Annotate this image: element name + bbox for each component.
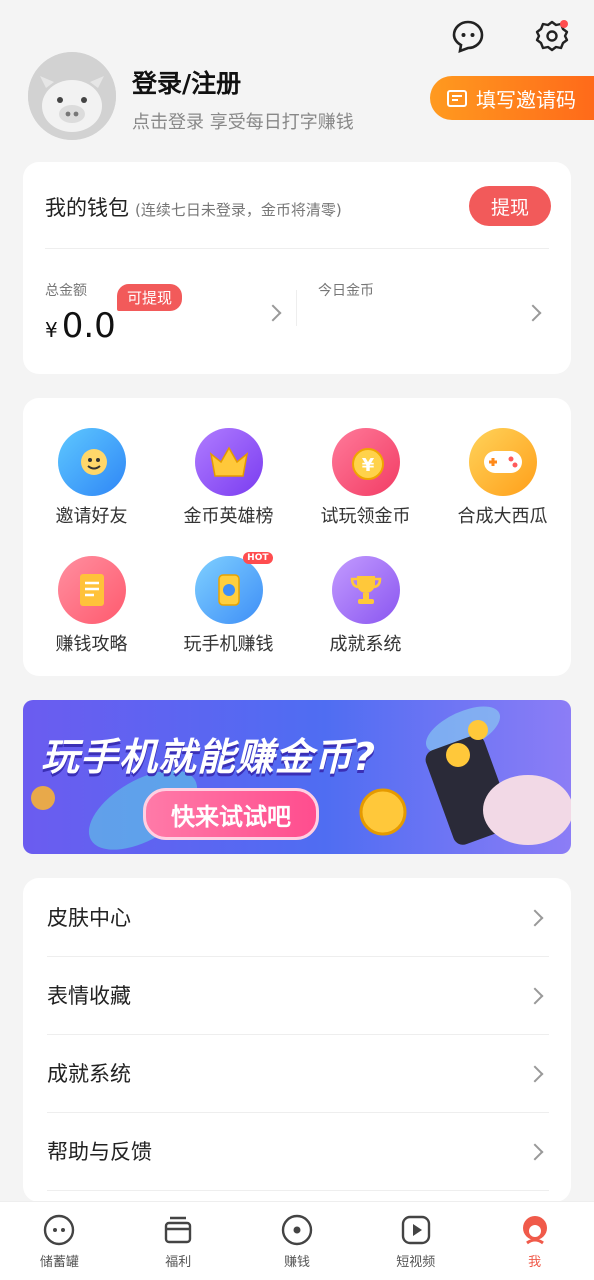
divider xyxy=(296,290,297,326)
tab-label: 福利 xyxy=(165,1254,192,1270)
chevron-right-icon xyxy=(526,1143,544,1161)
notification-dot xyxy=(560,20,568,28)
menu-item-skin-center[interactable]: 皮肤中心 xyxy=(47,878,549,957)
yen-coin-icon: ¥ xyxy=(331,428,400,496)
grid-label: 赚钱攻略 xyxy=(55,634,128,655)
feature-grid-card: 邀请好友 金币英雄榜 ¥ 试玩领金币 合成大西瓜 赚钱攻略 HOT 玩手机赚钱 … xyxy=(23,398,571,676)
gift-box-icon xyxy=(164,1216,192,1243)
chat-bubble-icon[interactable] xyxy=(448,16,488,56)
gamepad-icon xyxy=(468,428,537,496)
invite-ticket-icon xyxy=(447,90,467,107)
menu-item-label: 成就系统 xyxy=(47,1062,131,1086)
invite-code-button[interactable]: 填写邀请码 xyxy=(430,76,594,120)
avatar[interactable] xyxy=(28,52,116,140)
chevron-right-icon[interactable] xyxy=(524,304,542,322)
grid-label: 试玩领金币 xyxy=(320,506,411,527)
settings-menu-card: 皮肤中心 表情收藏 成就系统 帮助与反馈 xyxy=(23,878,571,1202)
grid-item-merge-watermelon[interactable]: 合成大西瓜 xyxy=(434,428,571,528)
profile-icon xyxy=(522,1215,547,1244)
trophy-icon xyxy=(331,556,400,624)
hot-badge: HOT xyxy=(243,552,273,564)
wallet-title-row: 我的钱包 (连续七日未登录，金币将清零) xyxy=(45,192,342,222)
chevron-right-icon xyxy=(526,987,544,1005)
grid-item-achievements[interactable]: 成就系统 xyxy=(297,556,434,656)
tab-short-video[interactable]: 短视频 xyxy=(356,1202,475,1280)
grid-item-invite-friends[interactable]: 邀请好友 xyxy=(23,428,160,528)
phone-coin-icon: HOT xyxy=(194,552,273,624)
tab-label: 短视频 xyxy=(396,1254,436,1270)
top-icons xyxy=(448,16,572,56)
menu-item-label: 皮肤中心 xyxy=(47,906,131,930)
settings-gear-icon[interactable] xyxy=(532,16,572,56)
banner-title: 玩手机就能赚金币? xyxy=(41,735,377,779)
tab-welfare[interactable]: 福利 xyxy=(119,1202,238,1280)
bottom-tab-bar: 储蓄罐 福利 赚钱 短视频 我 xyxy=(0,1201,594,1280)
login-subtitle: 点击登录 享受每日打字赚钱 xyxy=(132,112,354,133)
piggy-face-icon xyxy=(44,1214,75,1245)
crown-icon xyxy=(194,428,263,496)
menu-item-label: 帮助与反馈 xyxy=(47,1140,152,1164)
coin-circle-icon xyxy=(281,1214,313,1245)
grid-label: 成就系统 xyxy=(329,634,402,655)
tab-me[interactable]: 我 xyxy=(475,1202,594,1280)
chevron-right-icon xyxy=(526,1065,544,1083)
tab-earn[interactable]: 赚钱 xyxy=(238,1202,357,1280)
invite-friends-icon xyxy=(57,428,126,496)
menu-item-emoji-favorites[interactable]: 表情收藏 xyxy=(47,956,549,1035)
menu-item-help-feedback[interactable]: 帮助与反馈 xyxy=(47,1112,549,1191)
grid-item-coin-leaderboard[interactable]: 金币英雄榜 xyxy=(160,428,297,528)
profile-header: 登录/注册 点击登录 享受每日打字赚钱 填写邀请码 xyxy=(28,52,594,142)
chevron-right-icon[interactable] xyxy=(264,304,282,322)
svg-text:¥: ¥ xyxy=(361,455,374,476)
tab-label: 赚钱 xyxy=(283,1254,310,1270)
login-register-title[interactable]: 登录/注册 xyxy=(132,64,241,100)
divider xyxy=(45,248,549,249)
tab-label: 储蓄罐 xyxy=(39,1254,79,1270)
grid-item-trial-coins[interactable]: ¥ 试玩领金币 xyxy=(297,428,434,528)
total-amount-label: 总金额 xyxy=(45,283,87,299)
wallet-title: 我的钱包 xyxy=(45,196,129,220)
total-amount-value[interactable]: ¥0.0 xyxy=(45,306,116,346)
invite-code-label: 填写邀请码 xyxy=(476,87,576,112)
grid-label: 合成大西瓜 xyxy=(457,506,548,527)
menu-item-label: 表情收藏 xyxy=(47,984,131,1008)
withdrawable-badge: 可提现 xyxy=(117,284,183,311)
feature-grid: 邀请好友 金币英雄榜 ¥ 试玩领金币 合成大西瓜 赚钱攻略 HOT 玩手机赚钱 … xyxy=(23,428,571,656)
currency-symbol: ¥ xyxy=(45,318,58,342)
withdraw-button[interactable]: 提现 xyxy=(469,186,551,226)
play-video-icon xyxy=(401,1215,430,1244)
grid-label: 金币英雄榜 xyxy=(183,506,274,527)
promo-banner[interactable]: 玩手机就能赚金币? 快来试试吧 xyxy=(23,700,571,854)
grid-item-earning-guide[interactable]: 赚钱攻略 xyxy=(23,556,160,656)
wallet-note: (连续七日未登录，金币将清零) xyxy=(135,201,342,219)
tab-label: 我 xyxy=(528,1254,542,1270)
grid-label: 邀请好友 xyxy=(55,506,128,527)
document-icon xyxy=(57,556,126,624)
total-amount-number: 0.0 xyxy=(61,306,116,346)
grid-item-phone-earning[interactable]: HOT 玩手机赚钱 xyxy=(160,552,297,656)
chevron-right-icon xyxy=(526,909,544,927)
banner-try-button[interactable]: 快来试试吧 xyxy=(143,788,319,840)
wallet-card: 我的钱包 (连续七日未登录，金币将清零) 提现 总金额 可提现 ¥0.0 今日金币 xyxy=(23,162,571,374)
today-coins-label: 今日金币 xyxy=(318,283,374,299)
menu-item-achievements[interactable]: 成就系统 xyxy=(47,1034,549,1113)
tab-savings[interactable]: 储蓄罐 xyxy=(0,1202,119,1280)
grid-label: 玩手机赚钱 xyxy=(183,634,274,655)
